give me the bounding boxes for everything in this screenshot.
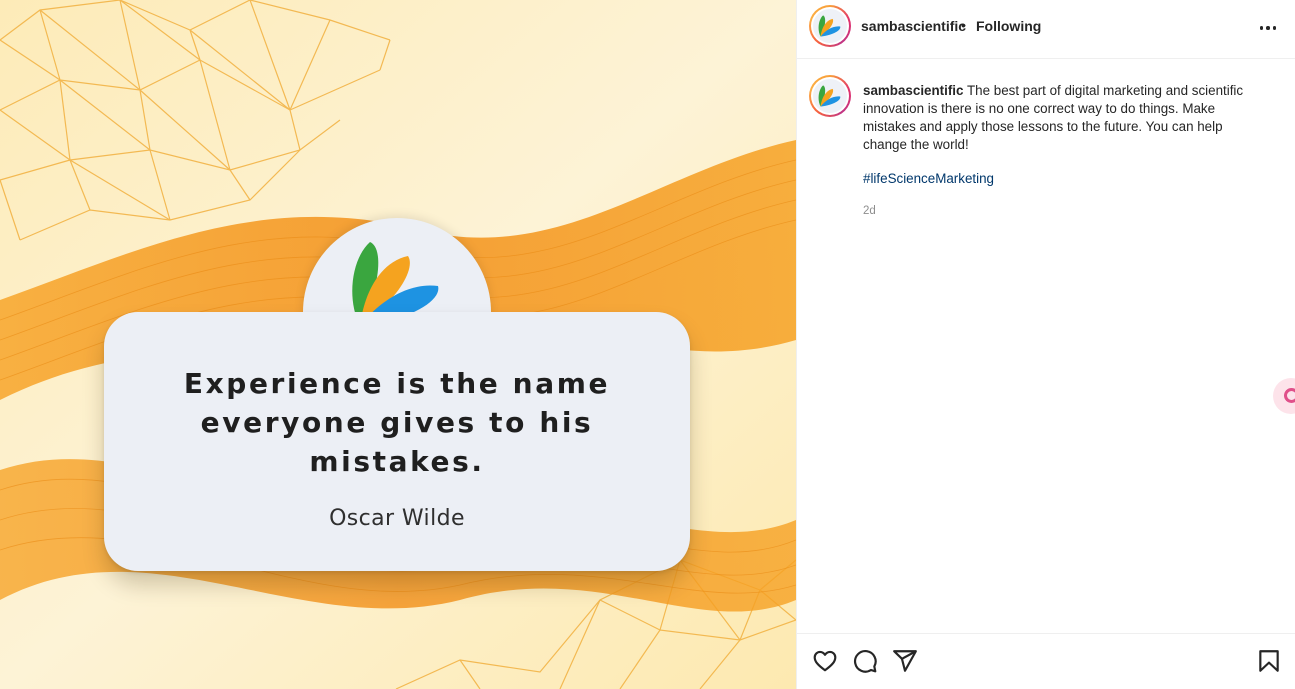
hashtag-link[interactable]: #lifeScienceMarketing xyxy=(863,171,994,186)
caption-text: sambascientific The best part of digital… xyxy=(863,82,1263,154)
quote-card: Experience is the name everyone gives to… xyxy=(104,312,690,571)
assistant-icon xyxy=(1284,388,1295,403)
comment-icon[interactable] xyxy=(852,648,878,674)
paper-plane-icon[interactable] xyxy=(892,648,918,674)
quote-text: Experience is the name everyone gives to… xyxy=(183,367,611,478)
header-username[interactable]: sambascientific xyxy=(861,18,966,34)
avatar[interactable] xyxy=(809,5,851,47)
samba-scientific-logo-icon xyxy=(818,15,841,37)
heart-icon[interactable] xyxy=(812,648,838,674)
avatar[interactable] xyxy=(809,75,851,117)
bookmark-icon[interactable] xyxy=(1256,648,1282,674)
post-header: sambascientific • Following xyxy=(797,0,1295,59)
action-bar xyxy=(797,633,1295,689)
separator-dot: • xyxy=(961,17,966,33)
post-details-panel: sambascientific • Following sambascienti… xyxy=(796,0,1295,689)
post-time[interactable]: 2d xyxy=(863,205,876,217)
following-button[interactable]: Following xyxy=(976,18,1041,34)
quote-author: Oscar Wilde xyxy=(329,506,465,531)
samba-scientific-logo-icon xyxy=(818,85,841,107)
more-horizontal-icon[interactable] xyxy=(1255,18,1281,38)
post-image[interactable]: Experience is the name everyone gives to… xyxy=(0,0,796,689)
caption-username[interactable]: sambascientific xyxy=(863,83,963,98)
